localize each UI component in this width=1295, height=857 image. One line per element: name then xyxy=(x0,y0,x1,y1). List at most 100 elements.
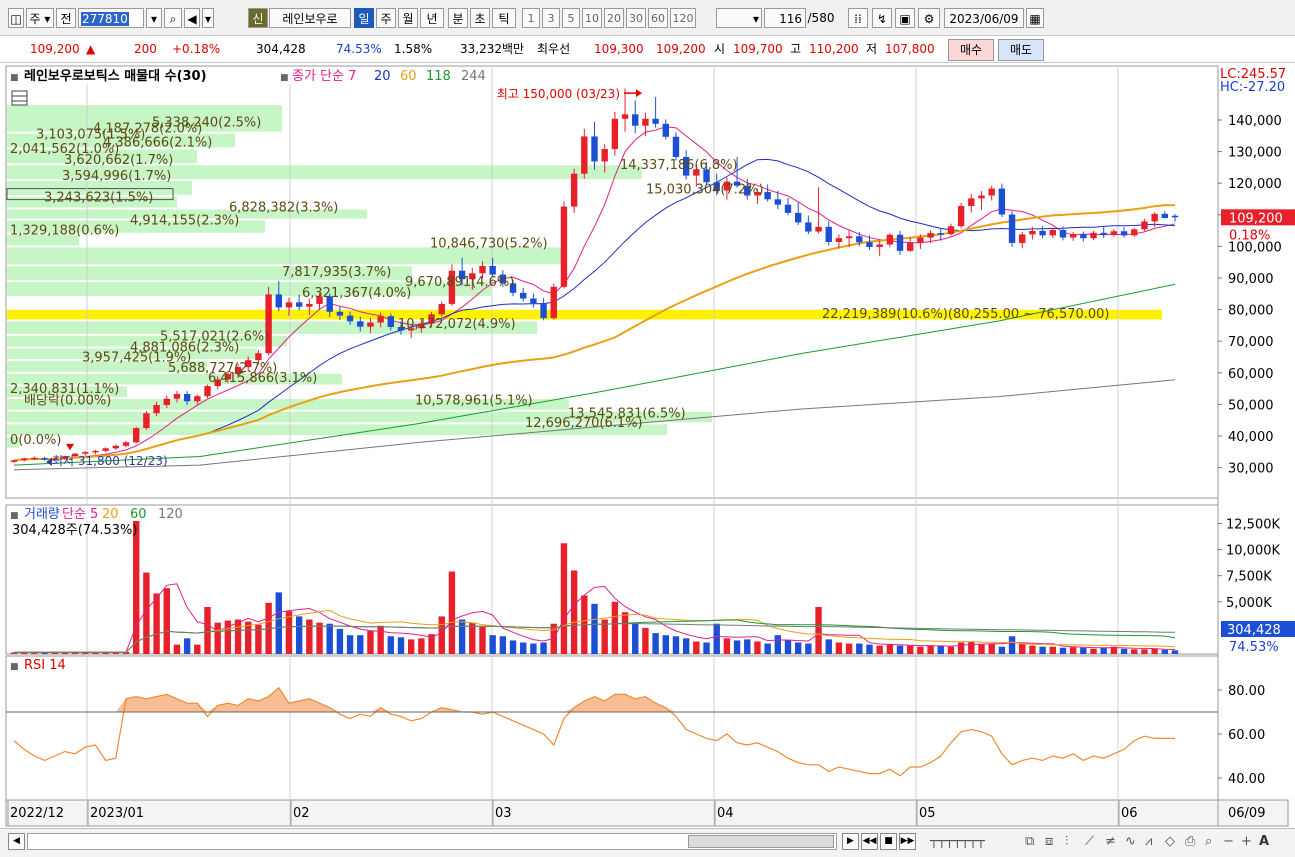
scroll-left-button[interactable]: ◀ xyxy=(8,833,25,850)
volume-bar xyxy=(540,642,547,654)
profile-label: 1,329,188(0.6%) xyxy=(10,224,119,239)
print-icon[interactable]: ⎙ xyxy=(1185,834,1195,849)
candle-body xyxy=(907,242,914,251)
period-120[interactable]: 120 xyxy=(670,8,696,28)
volume-bar xyxy=(611,601,619,654)
candle-body xyxy=(998,188,1006,215)
period-20[interactable]: 20 xyxy=(604,8,624,28)
candle-body xyxy=(570,173,578,207)
trade-amount: 33,232백만 xyxy=(460,42,525,56)
volume-bar xyxy=(672,636,680,654)
save-icon[interactable]: ▣ xyxy=(895,8,915,28)
volume-bar xyxy=(316,622,323,654)
candle-body xyxy=(866,242,873,248)
date-input[interactable]: 2023/06/09 xyxy=(944,8,1024,28)
zoom-in-icon[interactable]: + xyxy=(1241,834,1252,849)
fib-tool-icon[interactable]: ≠ xyxy=(1105,834,1116,849)
search-icon[interactable]: ⌕ xyxy=(164,8,182,28)
compare-icon[interactable]: ⁞⁞ xyxy=(848,8,868,28)
rewind-button[interactable]: ◀◀ xyxy=(861,833,878,850)
candle-body xyxy=(540,302,547,319)
tab-minute[interactable]: 분 xyxy=(448,8,468,28)
pattern-tool-icon[interactable]: ⩘ xyxy=(1145,834,1152,849)
tab-year[interactable]: 년 xyxy=(420,8,444,28)
speaker-dropdown-icon[interactable]: ▾ xyxy=(202,8,214,28)
code-dropdown-icon[interactable]: ▾ xyxy=(146,8,162,28)
volume-bar xyxy=(784,640,792,654)
vol-y-label: 10,000K xyxy=(1226,544,1280,559)
wave-tool-icon[interactable]: ∿ xyxy=(1125,834,1136,849)
trendline-tool-icon[interactable]: ⟋ xyxy=(1085,834,1094,849)
volume-bar xyxy=(1171,650,1179,654)
rsi-y-label: 40.00 xyxy=(1228,772,1265,787)
candle-body xyxy=(153,405,160,414)
stop-button[interactable]: ■ xyxy=(880,833,897,850)
y-tick-label: 40,000 xyxy=(1228,430,1274,445)
price-change: 200 xyxy=(134,42,157,56)
layout-icon[interactable]: ◫ xyxy=(8,8,24,28)
type-label[interactable]: 전 xyxy=(56,8,76,28)
tab-week[interactable]: 주 xyxy=(376,8,396,28)
scroll-thumb[interactable] xyxy=(688,835,834,848)
buy-button[interactable]: 매수 xyxy=(948,39,994,61)
gear-icon[interactable]: ⚙ xyxy=(918,8,940,28)
volume-bar xyxy=(1090,648,1097,654)
tab-second[interactable]: 초 xyxy=(470,8,490,28)
scroll-right-button[interactable]: ▶ xyxy=(842,833,859,850)
sell-button[interactable]: 매도 xyxy=(998,39,1044,61)
period-3[interactable]: 3 xyxy=(542,8,560,28)
volume-ratio: 74.53% xyxy=(336,42,382,56)
speaker-icon[interactable]: ◀ xyxy=(184,8,200,28)
period-10[interactable]: 10 xyxy=(582,8,602,28)
volume-bar xyxy=(438,616,445,654)
volume-bar xyxy=(357,635,364,654)
forward-button[interactable]: ▶▶ xyxy=(899,833,916,850)
candle-body xyxy=(377,316,384,323)
code-input[interactable]: 277810 xyxy=(78,8,144,28)
low-annotation: 최저 31,800 (12/23) xyxy=(52,454,168,468)
chart-canvas[interactable]: 5,338,240(2.5%)4,187,278(2.0%)3,103,075(… xyxy=(0,63,1295,828)
custom-period-select[interactable]: ▾ xyxy=(716,8,762,28)
zoom-icon[interactable]: ⌕ xyxy=(1205,834,1212,849)
shape-tool-icon[interactable]: ◇ xyxy=(1165,834,1175,849)
period-5[interactable]: 5 xyxy=(562,8,580,28)
candle-body xyxy=(122,442,130,446)
candle-body xyxy=(10,460,18,462)
count-input[interactable]: 116 xyxy=(764,8,806,28)
layout-tool-icon[interactable]: ⧉ xyxy=(1025,834,1034,849)
code-value: 277810 xyxy=(81,12,129,26)
period-30[interactable]: 30 xyxy=(626,8,646,28)
profile-label: 10,846,730(5.2%) xyxy=(430,236,548,251)
volume-bar xyxy=(1100,647,1107,654)
horizontal-scrollbar[interactable] xyxy=(27,833,837,850)
tab-day[interactable]: 일 xyxy=(354,8,374,28)
date-label: 2022/12 xyxy=(10,806,64,821)
indicator-tool-icon[interactable]: ⫶ xyxy=(1065,834,1068,849)
text-tool-icon[interactable]: A xyxy=(1259,834,1269,849)
volume-bar xyxy=(560,543,568,654)
volume-bar xyxy=(1151,648,1158,654)
volume-bar xyxy=(591,603,598,654)
tab-tick[interactable]: 틱 xyxy=(492,8,516,28)
window-tool-icon[interactable]: ⧈ xyxy=(1045,834,1053,849)
period-1[interactable]: 1 xyxy=(522,8,540,28)
volume-bar xyxy=(153,593,160,654)
volume-bar xyxy=(917,646,924,654)
period-select[interactable]: 주 ▾ xyxy=(26,8,54,28)
candle-body xyxy=(173,393,181,399)
calendar-icon[interactable]: ▦ xyxy=(1026,8,1044,28)
ma-legend-4: 244 xyxy=(461,69,486,84)
candle-body xyxy=(387,316,395,327)
zoom-out-icon[interactable]: − xyxy=(1223,834,1234,849)
date-label: 06 xyxy=(1121,806,1138,821)
candle-body xyxy=(20,458,28,461)
current-price-label: 109,200 xyxy=(1229,211,1283,226)
period-60[interactable]: 60 xyxy=(648,8,668,28)
y-tick-label: 130,000 xyxy=(1228,146,1282,161)
peak-annotation: 최고 150,000 (03/23) xyxy=(497,87,620,101)
tab-month[interactable]: 월 xyxy=(398,8,418,28)
drawing-icon[interactable]: ↯ xyxy=(872,8,892,28)
candle-body xyxy=(1069,234,1077,238)
zoom-slider[interactable]: ┬┬┬┬┬┬┬ xyxy=(930,834,985,849)
stock-name-field[interactable]: 레인보우로 xyxy=(269,8,351,28)
